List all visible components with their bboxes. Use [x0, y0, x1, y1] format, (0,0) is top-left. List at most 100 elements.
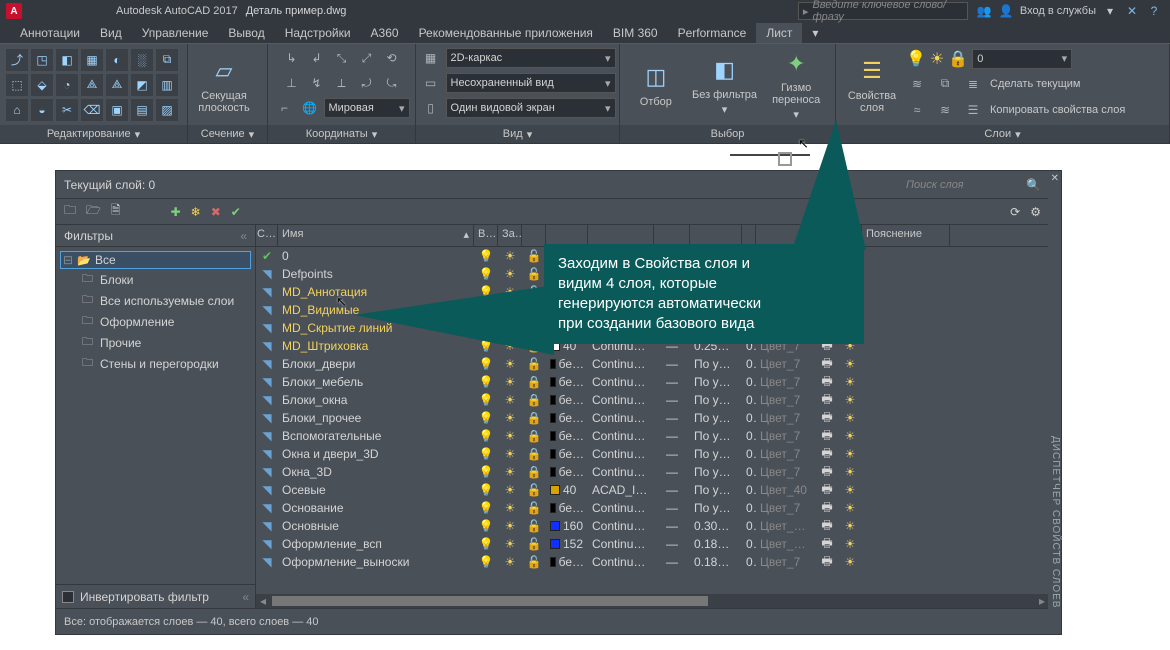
ucs-combo[interactable]: Мировая	[324, 98, 410, 118]
layer-search-input[interactable]: Поиск слоя	[902, 176, 1022, 194]
collapse-bottom-icon[interactable]: «	[242, 590, 249, 604]
panel-caption-coords[interactable]: Координаты ▾	[268, 125, 415, 143]
tool-icon[interactable]: ⬙	[31, 74, 53, 96]
palette-grip[interactable]: ✕ ДИСПЕТЧЕР СВОЙСТВ СЛОЕВ	[1048, 170, 1062, 635]
ribbon-tab-overflow[interactable]: ▾	[802, 23, 828, 43]
tool-icon[interactable]: ⌂	[6, 99, 28, 121]
layer-row[interactable]: ◥Блоки_окна💡☀🔒бе…Continu…—По у…0Цвет_7🖶☀	[256, 391, 1049, 409]
layer-row[interactable]: ◥Оформление_выноски💡☀🔓бе…Continu…—0.18…0…	[256, 553, 1049, 571]
filter-tree-item[interactable]: 🗀Прочие	[60, 332, 251, 353]
panel-caption-layers[interactable]: Слои ▾	[836, 125, 1169, 143]
freeze-layer-icon[interactable]: ❄	[191, 205, 201, 219]
ucs-icon[interactable]: ↯	[306, 72, 328, 94]
filter-tree-item[interactable]: 🗀Оформление	[60, 311, 251, 332]
layer-tool-icon[interactable]: ≈	[906, 99, 928, 121]
tool-icon[interactable]: ✂	[56, 99, 78, 121]
layer-tool-icon[interactable]: ≣	[962, 73, 984, 95]
new-layer-icon[interactable]: ✚	[171, 205, 181, 219]
set-current-icon[interactable]: ✔	[231, 205, 241, 219]
ucs-icon[interactable]: ⌐	[274, 97, 296, 119]
ribbon-tab[interactable]: Надстройки	[275, 23, 361, 43]
tool-icon[interactable]: ◩	[131, 74, 153, 96]
new-group-filter-icon[interactable]: 🗁	[86, 201, 101, 222]
make-current-button[interactable]: Сделать текущим	[990, 78, 1080, 90]
layerstate-icon[interactable]: 🗎	[111, 201, 121, 222]
tool-icon[interactable]: ⌫	[81, 99, 103, 121]
ucs-icon[interactable]: ↲	[306, 47, 328, 69]
dropdown-icon[interactable]: ▾	[1102, 3, 1118, 19]
filter-tree-item[interactable]: 🗀Все используемые слои	[60, 290, 251, 311]
search-input[interactable]: Введите ключевое слово/фразу	[798, 2, 968, 20]
ucs-icon[interactable]: ⤾	[356, 72, 378, 94]
panel-caption-section[interactable]: Сечение ▾	[188, 125, 267, 143]
tool-icon[interactable]: ◧	[56, 49, 78, 71]
filter-button[interactable]: ◫ Отбор	[626, 49, 686, 121]
tool-icon[interactable]: ⟁	[81, 74, 103, 96]
tool-icon[interactable]: ▣	[106, 99, 128, 121]
filter-tree-item[interactable]: 🗀Блоки	[60, 269, 251, 290]
tool-icon[interactable]: ⧉	[156, 49, 178, 71]
ucs-icon[interactable]: ⤢	[356, 47, 378, 69]
nofilter-button[interactable]: ◧ Без фильтра▾	[690, 49, 760, 121]
layer-tool-icon[interactable]: ≋	[934, 99, 956, 121]
search-icon[interactable]: 🔍	[1026, 178, 1041, 192]
tool-icon[interactable]: ◒	[31, 99, 53, 121]
settings-icon[interactable]: ⚙	[1030, 205, 1041, 219]
visual-style-combo[interactable]: 2D-каркас	[446, 48, 616, 68]
layer-tool-icon[interactable]: ≋	[906, 73, 928, 95]
layer-row[interactable]: ◥Блоки_двери💡☀🔓бе…Continu…—По у…0Цвет_7🖶…	[256, 355, 1049, 373]
ucs-icon[interactable]: ⟲	[381, 47, 403, 69]
layer-row[interactable]: ◥Вспомогательные💡☀🔒бе…Continu…—По у…0Цве…	[256, 427, 1049, 445]
refresh-icon[interactable]: ⟳	[1010, 205, 1020, 219]
new-layer-filter-icon[interactable]: 🗀	[64, 201, 76, 222]
ucs-icon[interactable]: ⟂	[331, 72, 353, 94]
layer-row[interactable]: ◥Оформление_всп💡☀🔓152Continu…—0.18…0Цвет…	[256, 535, 1049, 553]
tool-icon[interactable]: ▨	[156, 99, 178, 121]
tool-icon[interactable]: ⟁	[106, 74, 128, 96]
invert-checkbox[interactable]	[62, 591, 74, 603]
close-icon[interactable]: ✕	[1051, 173, 1059, 184]
ribbon-tab[interactable]: Performance	[668, 23, 757, 43]
world-icon[interactable]: 🌐	[299, 97, 321, 119]
help-icon[interactable]: ?	[1146, 3, 1162, 19]
copy-layer-props-button[interactable]: Копировать свойства слоя	[990, 104, 1125, 116]
ucs-icon[interactable]: ⊥	[281, 72, 303, 94]
ribbon-tab[interactable]: Рекомендованные приложения	[409, 23, 603, 43]
hscrollbar[interactable]: ◂▸	[256, 594, 1049, 608]
section-plane-button[interactable]: ▱ Секущая плоскость	[194, 49, 254, 121]
layer-row[interactable]: ◥Основание💡☀🔓бе…Continu…—По у…0Цвет_7🖶☀	[256, 499, 1049, 517]
ribbon-tab[interactable]: Лист	[756, 23, 802, 43]
layer-props-button[interactable]: ☰ Свойства слоя	[842, 49, 902, 121]
ucs-icon[interactable]: ⤡	[331, 47, 353, 69]
layer-row[interactable]: ◥Блоки_прочее💡☀🔒бе…Continu…—По у…0Цвет_7…	[256, 409, 1049, 427]
layer-tool-icon[interactable]: ⧉	[934, 73, 956, 95]
ucs-icon[interactable]: ⤿	[381, 72, 403, 94]
tool-icon[interactable]: ◐	[106, 49, 128, 71]
ribbon-tab[interactable]: A360	[361, 23, 409, 43]
filter-tree-root[interactable]: ⊟📂Все	[60, 251, 251, 269]
ribbon-tab[interactable]: Аннотации	[10, 23, 90, 43]
layer-row[interactable]: ◥Блоки_мебель💡☀🔒бе…Continu…—По у…0Цвет_7…	[256, 373, 1049, 391]
exchange-icon[interactable]: ✕	[1124, 3, 1140, 19]
viewport-combo[interactable]: Один видовой экран	[446, 98, 616, 118]
layer-row[interactable]: ◥Окна и двери_3D💡☀🔒бе…Continu…—По у…0Цве…	[256, 445, 1049, 463]
layer-row[interactable]: ◥Основные💡☀🔓160Continu…—0.30…0Цвет_1…🖶☀	[256, 517, 1049, 535]
login-button[interactable]: Вход в службы	[1020, 5, 1096, 17]
tool-icon[interactable]: ▥	[156, 74, 178, 96]
tool-icon[interactable]: ◔	[56, 74, 78, 96]
layer-row[interactable]: ◥Окна_3D💡☀🔒бе…Continu…—По у…0Цвет_7🖶☀	[256, 463, 1049, 481]
tool-icon[interactable]: ▤	[131, 99, 153, 121]
filter-tree-item[interactable]: 🗀Стены и перегородки	[60, 353, 251, 374]
visual-style-icon[interactable]: ▦	[420, 47, 442, 69]
gizmo-button[interactable]: ✦ Гизмо переноса▾	[763, 49, 829, 121]
tool-icon[interactable]: ▦	[81, 49, 103, 71]
ribbon-tab[interactable]: BIM 360	[603, 23, 668, 43]
infocenter-icon[interactable]: 👥	[976, 3, 992, 19]
ribbon-tab[interactable]: Вид	[90, 23, 132, 43]
app-menu[interactable]	[0, 0, 110, 22]
saved-view-combo[interactable]: Несохраненный вид	[446, 73, 616, 93]
tool-icon[interactable]: ░	[131, 49, 153, 71]
layer-combo[interactable]: 0	[972, 49, 1072, 69]
user-icon[interactable]: 👤	[998, 3, 1014, 19]
tool-icon[interactable]: ⤴	[6, 49, 28, 71]
